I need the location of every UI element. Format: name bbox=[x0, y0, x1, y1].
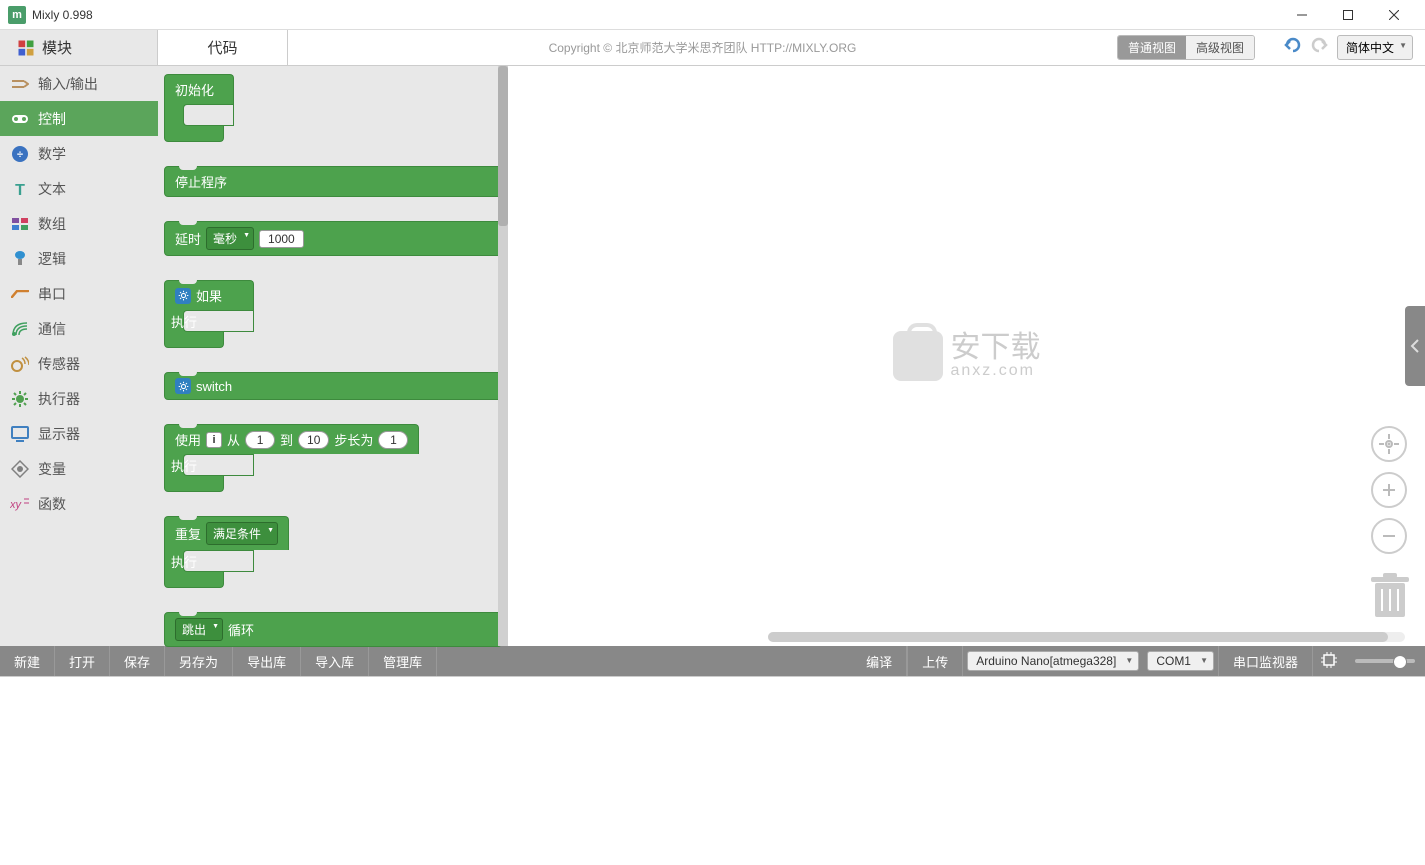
block-init[interactable]: 初始化 bbox=[164, 74, 502, 142]
category-control[interactable]: 控制 bbox=[0, 101, 158, 136]
trash-icon[interactable] bbox=[1369, 571, 1411, 626]
category-logic[interactable]: 逻辑 bbox=[0, 241, 158, 276]
side-panel-handle[interactable] bbox=[1405, 306, 1425, 386]
for-step-input[interactable]: 1 bbox=[378, 431, 408, 449]
block-if[interactable]: 如果 执行 bbox=[164, 280, 502, 348]
math-icon: ÷ bbox=[10, 144, 30, 164]
category-sidebar: 输入/输出控制÷数学T文本数组逻辑串口通信传感器执行器显示器变量xy函数 bbox=[0, 66, 158, 646]
zoom-out-button[interactable] bbox=[1371, 518, 1407, 554]
svg-text:xy: xy bbox=[10, 499, 23, 511]
svg-text:T: T bbox=[15, 182, 25, 198]
console-panel bbox=[0, 676, 1425, 865]
puzzle-icon bbox=[16, 38, 36, 58]
language-select[interactable]: 简体中文 bbox=[1337, 35, 1413, 60]
actuator-icon bbox=[10, 389, 30, 409]
io-icon bbox=[10, 74, 30, 94]
serial-icon bbox=[10, 284, 30, 304]
titlebar: m Mixly 0.998 bbox=[0, 0, 1425, 30]
delay-unit-dropdown[interactable]: 毫秒 bbox=[206, 227, 254, 250]
delay-value-input[interactable]: 1000 bbox=[259, 230, 304, 248]
canvas-h-scrollbar[interactable] bbox=[768, 632, 1405, 642]
redo-button[interactable] bbox=[1309, 36, 1329, 59]
flyout-scrollbar[interactable] bbox=[498, 66, 508, 646]
category-math[interactable]: ÷数学 bbox=[0, 136, 158, 171]
workspace-canvas[interactable]: 安下载anxz.com bbox=[508, 66, 1425, 646]
block-break[interactable]: 跳出 循环 bbox=[164, 612, 502, 647]
gear-icon[interactable] bbox=[175, 378, 191, 394]
zoom-slider[interactable] bbox=[1355, 659, 1415, 663]
exportlib-button[interactable]: 导出库 bbox=[233, 646, 301, 676]
for-from-input[interactable]: 1 bbox=[245, 431, 275, 449]
top-toolbar: 模块 代码 Copyright © 北京师范大学米思齐团队 HTTP://MIX… bbox=[0, 30, 1425, 66]
watermark: 安下载anxz.com bbox=[893, 331, 1041, 381]
text-icon: T bbox=[10, 179, 30, 199]
function-icon: xy bbox=[10, 494, 30, 514]
sensor-icon bbox=[10, 354, 30, 374]
block-delay[interactable]: 延时 毫秒 1000 bbox=[164, 221, 502, 256]
managelib-button[interactable]: 管理库 bbox=[369, 646, 437, 676]
view-toggle: 普通视图 高级视图 bbox=[1117, 35, 1255, 60]
maximize-button[interactable] bbox=[1325, 0, 1371, 30]
block-switch[interactable]: switch bbox=[164, 372, 502, 400]
gear-icon[interactable] bbox=[175, 288, 191, 304]
category-actuator[interactable]: 执行器 bbox=[0, 381, 158, 416]
lock-icon bbox=[893, 331, 943, 381]
block-flyout: 初始化 停止程序 延时 毫秒 1000 如果 执行 bbox=[158, 66, 508, 646]
tab-blocks[interactable]: 模块 bbox=[0, 30, 158, 65]
saveas-button[interactable]: 另存为 bbox=[165, 646, 233, 676]
category-display[interactable]: 显示器 bbox=[0, 416, 158, 451]
app-icon: m bbox=[8, 6, 26, 24]
copyright-text: Copyright © 北京师范大学米思齐团队 HTTP://MIXLY.ORG bbox=[288, 30, 1117, 65]
tab-code[interactable]: 代码 bbox=[158, 30, 288, 65]
category-serial[interactable]: 串口 bbox=[0, 276, 158, 311]
block-repeat-while[interactable]: 重复 满足条件 执行 bbox=[164, 516, 502, 588]
chip-icon[interactable] bbox=[1319, 650, 1339, 673]
array-icon bbox=[10, 214, 30, 234]
svg-text:÷: ÷ bbox=[17, 149, 23, 161]
main-area: 输入/输出控制÷数学T文本数组逻辑串口通信传感器执行器显示器变量xy函数 初始化… bbox=[0, 66, 1425, 646]
view-normal[interactable]: 普通视图 bbox=[1118, 36, 1186, 59]
upload-button[interactable]: 上传 bbox=[907, 646, 963, 676]
board-select[interactable]: Arduino Nano[atmega328] bbox=[967, 651, 1139, 671]
window-title: Mixly 0.998 bbox=[32, 8, 1279, 22]
port-select[interactable]: COM1 bbox=[1147, 651, 1214, 671]
importlib-button[interactable]: 导入库 bbox=[301, 646, 369, 676]
tab-blocks-label: 模块 bbox=[42, 37, 72, 58]
category-variable[interactable]: 变量 bbox=[0, 451, 158, 486]
minimize-button[interactable] bbox=[1279, 0, 1325, 30]
view-advanced[interactable]: 高级视图 bbox=[1186, 36, 1254, 59]
logic-icon bbox=[10, 249, 30, 269]
comm-icon bbox=[10, 319, 30, 339]
break-dropdown[interactable]: 跳出 bbox=[175, 618, 223, 641]
variable-icon bbox=[10, 459, 30, 479]
category-text[interactable]: T文本 bbox=[0, 171, 158, 206]
category-sensor[interactable]: 传感器 bbox=[0, 346, 158, 381]
category-array[interactable]: 数组 bbox=[0, 206, 158, 241]
block-for[interactable]: 使用 i 从 1 到 10 步长为 1 执行 bbox=[164, 424, 502, 492]
repeat-cond-dropdown[interactable]: 满足条件 bbox=[206, 522, 278, 545]
for-var[interactable]: i bbox=[206, 432, 222, 448]
new-button[interactable]: 新建 bbox=[0, 646, 55, 676]
zoom-in-button[interactable] bbox=[1371, 472, 1407, 508]
save-button[interactable]: 保存 bbox=[110, 646, 165, 676]
for-to-input[interactable]: 10 bbox=[298, 431, 329, 449]
bottom-toolbar: 新建 打开 保存 另存为 导出库 导入库 管理库 编译 上传 Arduino N… bbox=[0, 646, 1425, 676]
open-button[interactable]: 打开 bbox=[55, 646, 110, 676]
close-button[interactable] bbox=[1371, 0, 1417, 30]
compile-button[interactable]: 编译 bbox=[852, 646, 907, 676]
undo-button[interactable] bbox=[1283, 36, 1303, 59]
category-io[interactable]: 输入/输出 bbox=[0, 66, 158, 101]
control-icon bbox=[10, 109, 30, 129]
display-icon bbox=[10, 424, 30, 444]
block-stop[interactable]: 停止程序 bbox=[164, 166, 502, 197]
category-comm[interactable]: 通信 bbox=[0, 311, 158, 346]
monitor-button[interactable]: 串口监视器 bbox=[1218, 646, 1313, 676]
center-button[interactable] bbox=[1371, 426, 1407, 462]
category-function[interactable]: xy函数 bbox=[0, 486, 158, 521]
